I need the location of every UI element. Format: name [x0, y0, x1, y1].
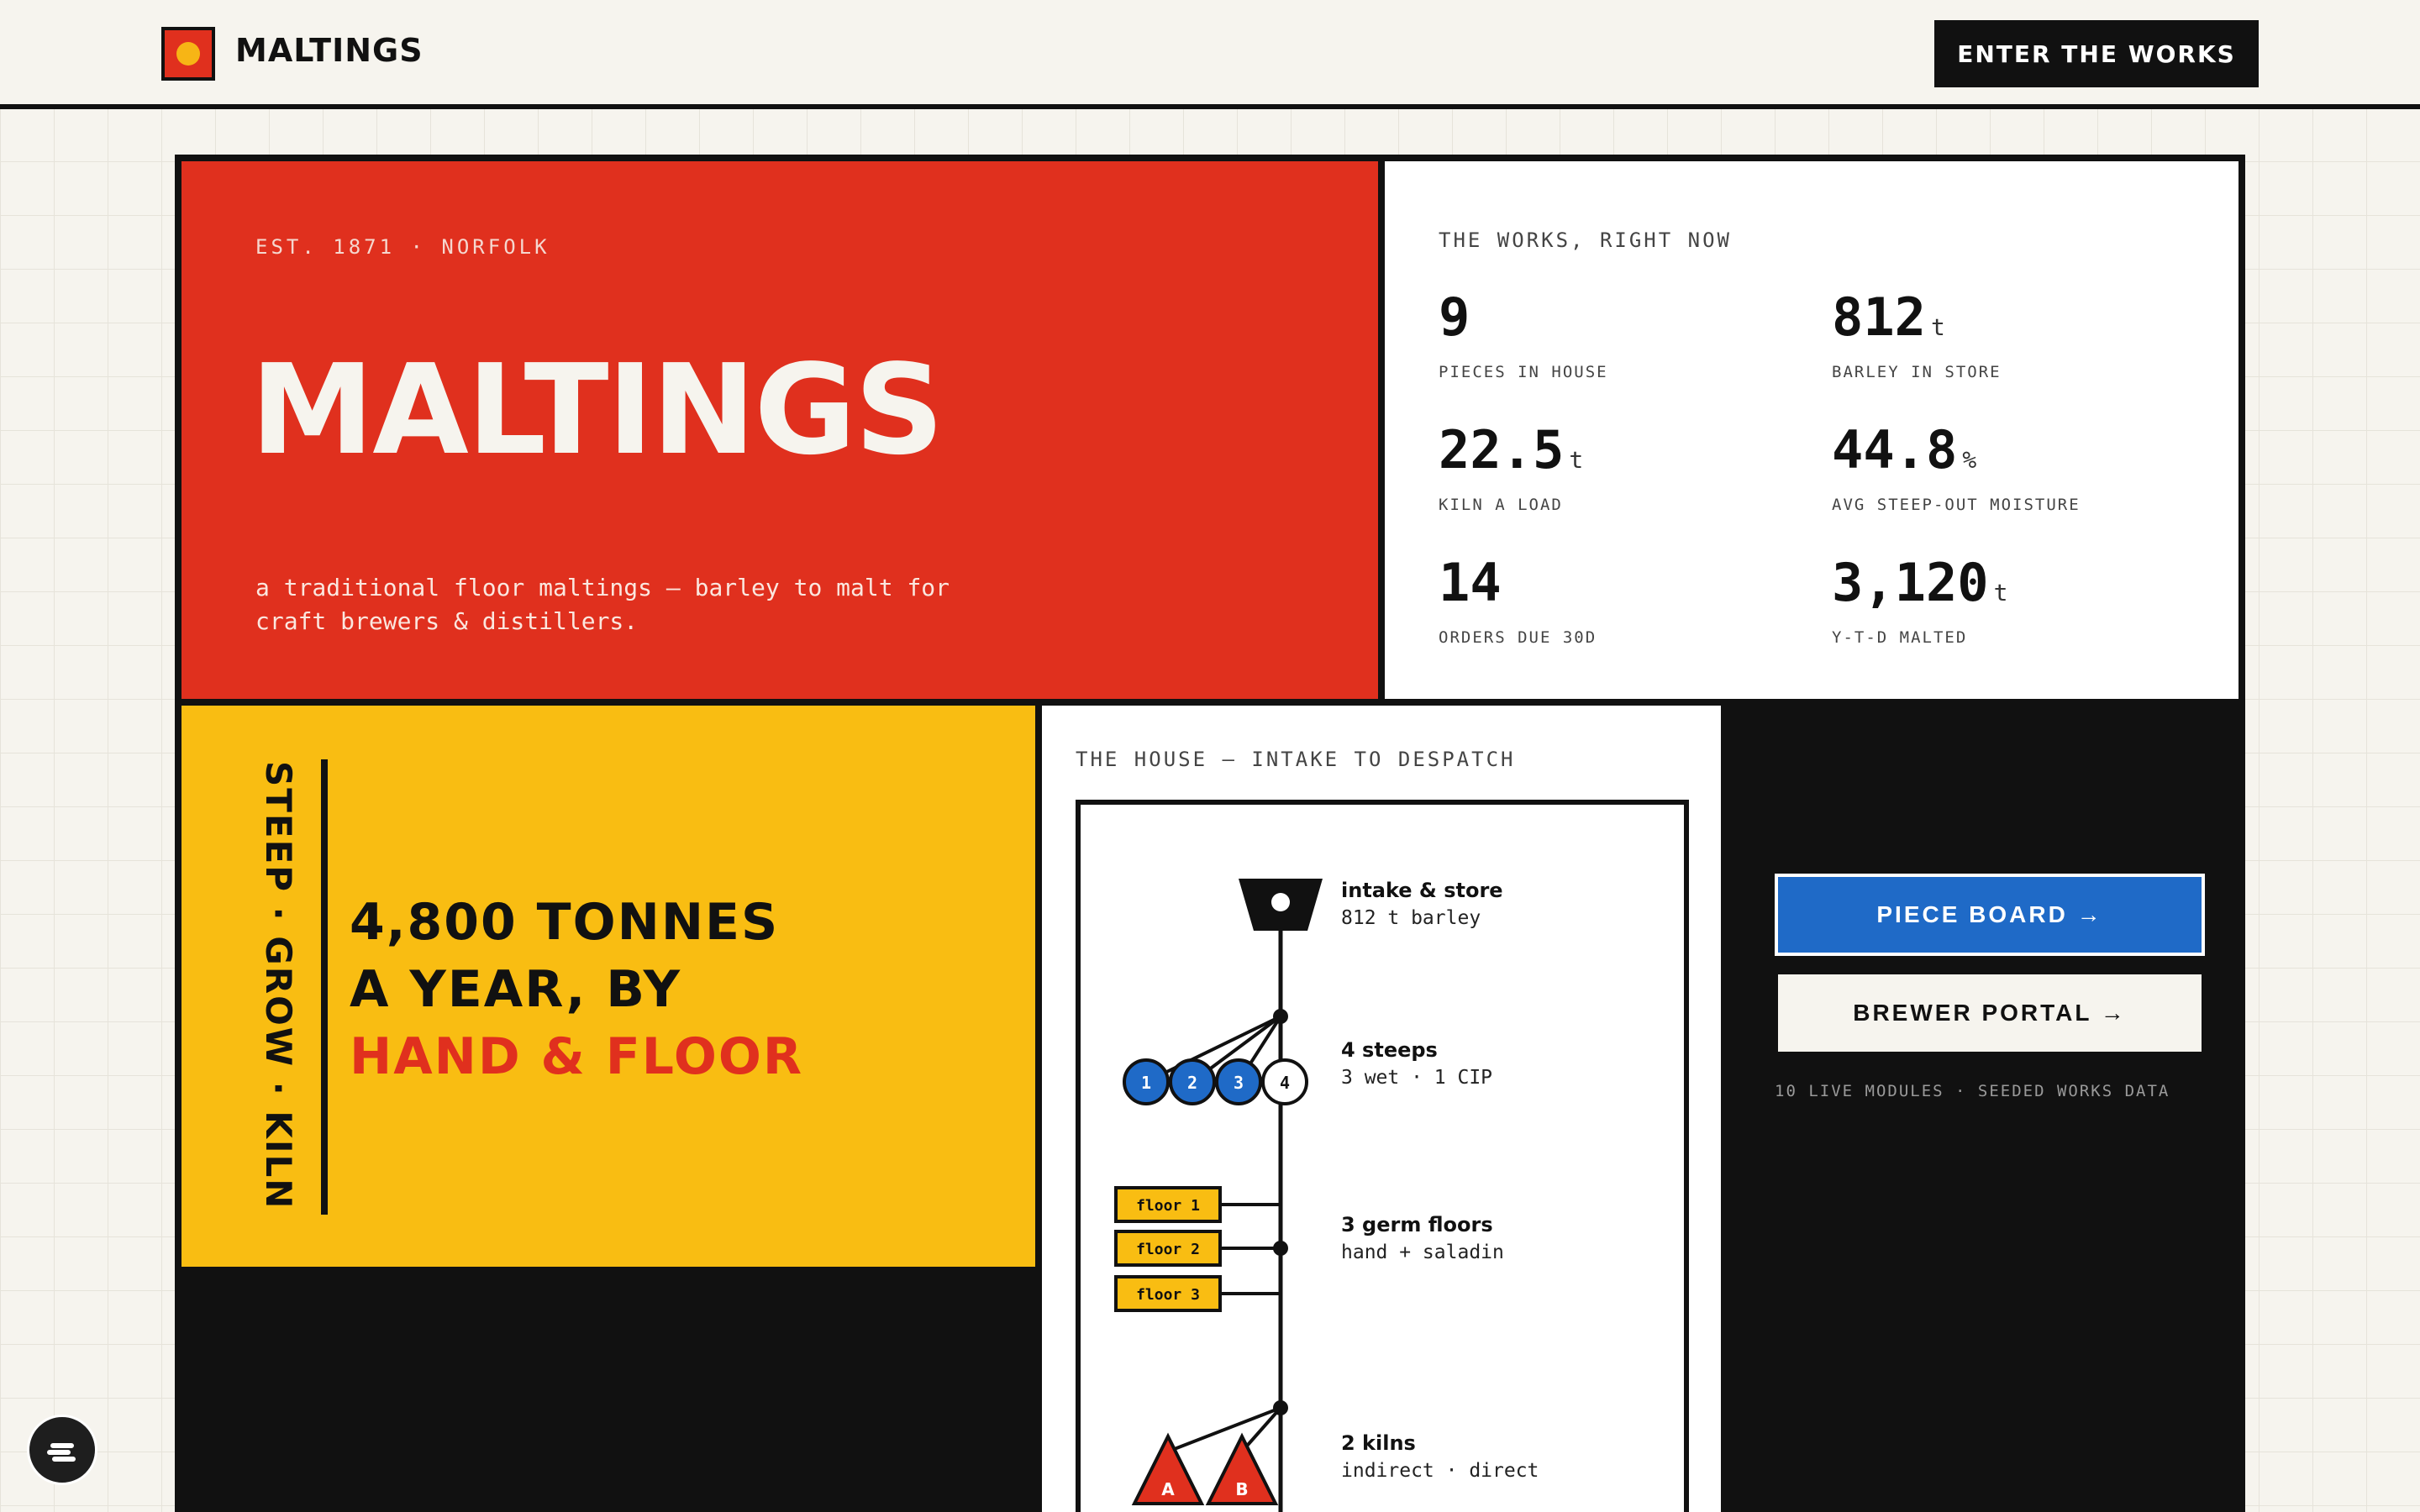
step-intake: intake & store 812 t barley: [1341, 879, 1503, 929]
assistant-button[interactable]: [27, 1415, 97, 1485]
floor-label: floor 3: [1136, 1286, 1200, 1304]
piece-board-button[interactable]: PIECE BOARD →: [1775, 874, 2205, 956]
kiln-icons: A B: [1131, 1432, 1279, 1505]
logo-icon[interactable]: [161, 27, 215, 81]
process-vertical-label: STEEP · GROW · KILN: [258, 761, 299, 1210]
top-bar: MALTINGS ENTER THE WORKS: [0, 0, 2420, 109]
divider: [321, 759, 328, 1215]
hero-established: EST. 1871 · NORFOLK: [255, 235, 550, 259]
stat-unit: t: [1993, 579, 2008, 606]
brewer-portal-button[interactable]: BREWER PORTAL →: [1778, 974, 2202, 1052]
stat-orders: 14 ORDERS DUE 30D: [1439, 552, 1825, 648]
step-title: intake & store: [1341, 879, 1503, 902]
stat-unit: t: [1569, 446, 1584, 474]
step-subtitle: hand + saladin: [1341, 1242, 1504, 1263]
steep-label: 4: [1280, 1073, 1290, 1093]
modules-note: 10 LIVE MODULES · SEEDED WORKS DATA: [1775, 1082, 2170, 1100]
stats-panel: THE WORKS, RIGHT NOW 9 PIECES IN HOUSE 8…: [1385, 161, 2238, 699]
stat-kiln-load: 22.5 t KILN A LOAD: [1439, 419, 1825, 515]
stat-value: 22.5: [1439, 419, 1565, 480]
stat-value: 3,120: [1832, 552, 1989, 613]
steep-label: 1: [1141, 1073, 1151, 1093]
headline-line-1: 4,800 TONNES: [350, 893, 780, 952]
hero-title: MALTINGS: [250, 338, 944, 482]
stat-unit: %: [1962, 446, 1977, 474]
kiln-label: A: [1161, 1479, 1175, 1499]
stat-moisture: 44.8% AVG STEEP-OUT MOISTURE: [1832, 419, 2218, 515]
enter-the-works-button[interactable]: ENTER THE WORKS: [1934, 20, 2259, 87]
house-heading: THE HOUSE — INTAKE TO DESPATCH: [1076, 748, 1516, 771]
step-subtitle: indirect · direct: [1341, 1460, 1539, 1482]
hero-panel: EST. 1871 · NORFOLK MALTINGS a tradition…: [182, 161, 1378, 699]
floor-icons: floor 1 floor 2 floor 3: [1114, 1186, 1222, 1312]
step-subtitle: 812 t barley: [1341, 907, 1481, 929]
step-kilns: 2 kilns indirect · direct: [1341, 1431, 1539, 1482]
stat-label: KILN A LOAD: [1439, 496, 1563, 514]
floor-label: floor 1: [1136, 1197, 1200, 1215]
stat-barley: 812 t BARLEY IN STORE: [1832, 286, 2218, 382]
step-steeps: 4 steeps 3 wet · 1 CIP: [1341, 1038, 1492, 1089]
stat-label: BARLEY IN STORE: [1832, 363, 2002, 381]
step-title: 4 steeps: [1341, 1038, 1438, 1062]
brand-name[interactable]: MALTINGS: [235, 32, 424, 69]
steep-label: 2: [1187, 1073, 1197, 1093]
stat-label: PIECES IN HOUSE: [1439, 363, 1608, 381]
headline-line-3: HAND & FLOOR: [350, 1027, 804, 1086]
actions-panel: PIECE BOARD → BREWER PORTAL → 10 LIVE MO…: [1728, 706, 2238, 1512]
stat-value: 44.8: [1832, 419, 1958, 480]
process-panel: STEEP · GROW · KILN 4,800 TONNES A YEAR,…: [182, 706, 1035, 1267]
floor-label: floor 2: [1136, 1241, 1200, 1258]
house-panel: THE HOUSE — INTAKE TO DESPATCH 1 2 3 4 f…: [1042, 706, 1721, 1512]
step-subtitle: 3 wet · 1 CIP: [1341, 1067, 1493, 1089]
stat-value: 812: [1832, 286, 1926, 348]
kiln-label: B: [1235, 1479, 1248, 1499]
headline-line-2: A YEAR, BY: [350, 960, 682, 1019]
stat-value: 14: [1439, 552, 1502, 613]
hero-tagline: a traditional floor maltings — barley to…: [255, 574, 950, 635]
stat-label: AVG STEEP-OUT MOISTURE: [1832, 496, 2081, 514]
stat-label: Y-T-D MALTED: [1832, 628, 1968, 647]
logo-dot: [176, 42, 200, 66]
stats-heading: THE WORKS, RIGHT NOW: [1439, 228, 1732, 252]
step-title: 3 germ floors: [1341, 1213, 1493, 1236]
stat-value: 9: [1439, 286, 1470, 348]
main-frame: EST. 1871 · NORFOLK MALTINGS a tradition…: [175, 155, 2245, 1512]
stat-ytd: 3,120 t Y-T-D MALTED: [1832, 552, 2218, 648]
steep-label: 3: [1234, 1073, 1244, 1093]
house-diagram: 1 2 3 4 floor 1 floor 2 floor 3 A B inta…: [1076, 800, 1689, 1512]
step-germ-floors: 3 germ floors hand + saladin: [1341, 1213, 1504, 1263]
stat-label: ORDERS DUE 30D: [1439, 628, 1597, 647]
step-title: 2 kilns: [1341, 1431, 1416, 1455]
assistant-icon: [47, 1443, 76, 1462]
process-headline: 4,800 TONNES A YEAR, BY HAND & FLOOR: [350, 889, 803, 1090]
hopper-dot: [1271, 893, 1290, 911]
stat-pieces: 9 PIECES IN HOUSE: [1439, 286, 1825, 382]
stat-unit: t: [1930, 313, 1945, 341]
